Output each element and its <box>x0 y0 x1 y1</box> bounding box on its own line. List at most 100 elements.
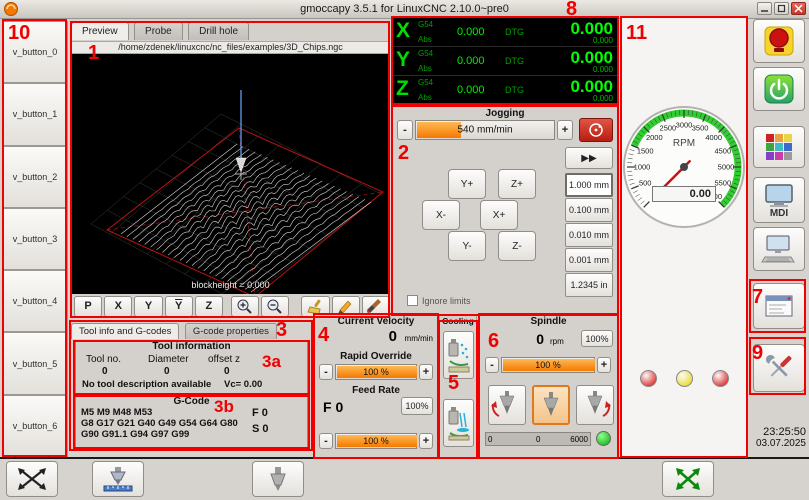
jog-z-minus-button[interactable]: Z- <box>498 231 536 261</box>
jog-z-plus-button[interactable]: Z+ <box>498 169 536 199</box>
abs-value: 0.000 <box>457 26 485 38</box>
estop-button[interactable] <box>753 19 805 63</box>
jog-x-plus-button[interactable]: X+ <box>480 200 518 230</box>
tool-measure-icon <box>98 465 138 493</box>
coord-system: G54 <box>418 78 433 87</box>
coord-system: G54 <box>418 20 433 29</box>
spindle-rpm-unit: rpm <box>550 337 564 346</box>
zoom-out-button[interactable] <box>261 296 289 317</box>
gmoccapy-window: gmoccapy 3.5.1 for LinuxCNC 2.10.0~pre0 … <box>0 0 809 500</box>
spindle-minus-button[interactable]: - <box>485 357 499 373</box>
increment-01mm-button[interactable]: 0.100 mm <box>565 198 613 222</box>
rapid-minus-button[interactable]: - <box>319 364 333 380</box>
view-y-button[interactable]: Y <box>134 296 162 317</box>
flood-button[interactable] <box>443 399 474 447</box>
dialog-window-button[interactable] <box>753 283 805 329</box>
v-button-5[interactable]: v_button_5 <box>2 332 68 394</box>
mist-button[interactable] <box>443 331 474 379</box>
settings-button[interactable] <box>753 126 805 168</box>
spindle-ccw-icon <box>490 389 524 421</box>
gcode-line-2: G8 G17 G21 G40 G49 G54 G64 G80 <box>81 418 238 429</box>
spindle-stop-button[interactable] <box>532 385 570 425</box>
preview-tab-bar: Preview Probe Drill hole <box>71 21 390 40</box>
jog-speed-minus-button[interactable]: - <box>397 120 413 140</box>
jog-x-minus-button[interactable]: X- <box>422 200 460 230</box>
rapid-override-slider[interactable]: 100 % <box>335 364 417 380</box>
feed-rate-slider[interactable]: 100 % <box>335 433 417 449</box>
spindle-plus-button[interactable]: + <box>597 357 611 373</box>
minimize-button[interactable] <box>757 2 772 15</box>
view-z-button[interactable]: Z <box>195 296 223 317</box>
increment-0001mm-button[interactable]: 0.001 mm <box>565 248 613 272</box>
window-title: gmoccapy 3.5.1 for LinuxCNC 2.10.0~pre0 <box>0 3 809 15</box>
spindle-override-slider[interactable]: 100 % <box>501 357 595 373</box>
view-y2-button[interactable]: Y <box>165 296 193 317</box>
rapid-plus-button[interactable]: + <box>419 364 433 380</box>
tool-measure-button[interactable] <box>92 461 144 497</box>
feed-plus-button[interactable]: + <box>419 433 433 449</box>
view-x-button[interactable]: X <box>104 296 132 317</box>
v-button-2[interactable]: v_button_2 <box>2 146 68 208</box>
v-button-1[interactable]: v_button_1 <box>2 83 68 145</box>
tool-settings-button[interactable] <box>753 344 805 392</box>
ignore-limits-checkbox[interactable] <box>407 295 418 306</box>
zoom-in-button[interactable] <box>231 296 259 317</box>
mdi-button[interactable]: MDI <box>753 177 805 223</box>
jog-y-plus-button[interactable]: Y+ <box>448 169 486 199</box>
rapid-override-value: 100 % <box>336 367 416 377</box>
jogging-panel: Jogging - 540 mm/min + ▶▶ 1.000 mm 0.100… <box>392 106 618 316</box>
jog-speed-plus-button[interactable]: + <box>557 120 573 140</box>
feed-minus-button[interactable]: - <box>319 433 333 449</box>
v-button-4[interactable]: v_button_4 <box>2 270 68 332</box>
jog-speed-slider[interactable]: 540 mm/min <box>415 120 555 140</box>
increment-inch-button[interactable]: 1.2345 in <box>565 273 613 297</box>
fast-jog-button[interactable]: ▶▶ <box>565 147 613 169</box>
bottom-separator <box>0 457 809 459</box>
tab-preview[interactable]: Preview <box>71 22 129 40</box>
tab-tool-info[interactable]: Tool info and G-codes <box>71 323 179 339</box>
mdi-icon: MDI <box>761 182 797 218</box>
v-button-3[interactable]: v_button_3 <box>2 208 68 270</box>
machine-on-button[interactable] <box>753 67 805 111</box>
broom-icon <box>306 298 326 315</box>
fullscreen-button[interactable] <box>662 461 714 497</box>
spindle-left-button[interactable] <box>488 385 526 425</box>
left-button-column: v_button_0 v_button_1 v_button_2 v_butto… <box>2 21 68 457</box>
tab-probe[interactable]: Probe <box>134 22 183 40</box>
ref-label: Abs <box>418 93 432 102</box>
svg-text:1000: 1000 <box>634 163 651 172</box>
handwheel-icon <box>586 122 606 138</box>
clock: 23:25:50 03.07.2025 <box>756 426 806 449</box>
dtg-label: DTG <box>505 56 524 66</box>
jog-y-minus-button[interactable]: Y- <box>448 231 486 261</box>
coord-system: G54 <box>418 49 433 58</box>
gremlin-3d-view[interactable]: blockheight = 0.000 <box>71 54 390 294</box>
tool-change-button[interactable] <box>252 461 304 497</box>
svg-text:5000: 5000 <box>718 163 735 172</box>
close-button[interactable] <box>791 2 806 15</box>
show-dro-button[interactable] <box>6 461 58 497</box>
spindle-right-button[interactable] <box>576 385 614 425</box>
power-icon <box>762 72 796 106</box>
handwheel-button[interactable] <box>579 118 613 142</box>
feed-100-button[interactable]: 100% <box>401 397 433 415</box>
v-button-6[interactable]: v_button_6 <box>2 395 68 457</box>
bar-min: 0 <box>488 435 492 444</box>
keyboard-button[interactable] <box>753 227 805 271</box>
spindle-at-speed-led <box>596 431 611 446</box>
dro-axis-x[interactable]: X G54 Abs 0.000 DTG 0.000 0.000 <box>393 18 617 47</box>
tab-drill-hole[interactable]: Drill hole <box>188 22 249 40</box>
increment-001mm-button[interactable]: 0.010 mm <box>565 223 613 247</box>
dro-axis-z[interactable]: Z G54 Abs 0.000 DTG 0.000 0.000 <box>393 76 617 105</box>
feed-value: F 0 <box>323 399 343 415</box>
svg-text:3000: 3000 <box>676 121 693 130</box>
v-button-0[interactable]: v_button_0 <box>2 21 68 83</box>
maximize-button[interactable] <box>774 2 789 15</box>
dro-axis-y[interactable]: Y G54 Abs 0.000 DTG 0.000 0.000 <box>393 47 617 76</box>
spindle-100-button[interactable]: 100% <box>581 330 613 347</box>
cooling-title: Cooling <box>440 316 476 326</box>
toolpath-plot <box>71 54 390 294</box>
increment-1mm-button[interactable]: 1.000 mm <box>565 173 613 197</box>
view-perspective-button[interactable]: P <box>74 296 102 317</box>
tab-gcode-properties[interactable]: G-code properties <box>185 323 277 339</box>
